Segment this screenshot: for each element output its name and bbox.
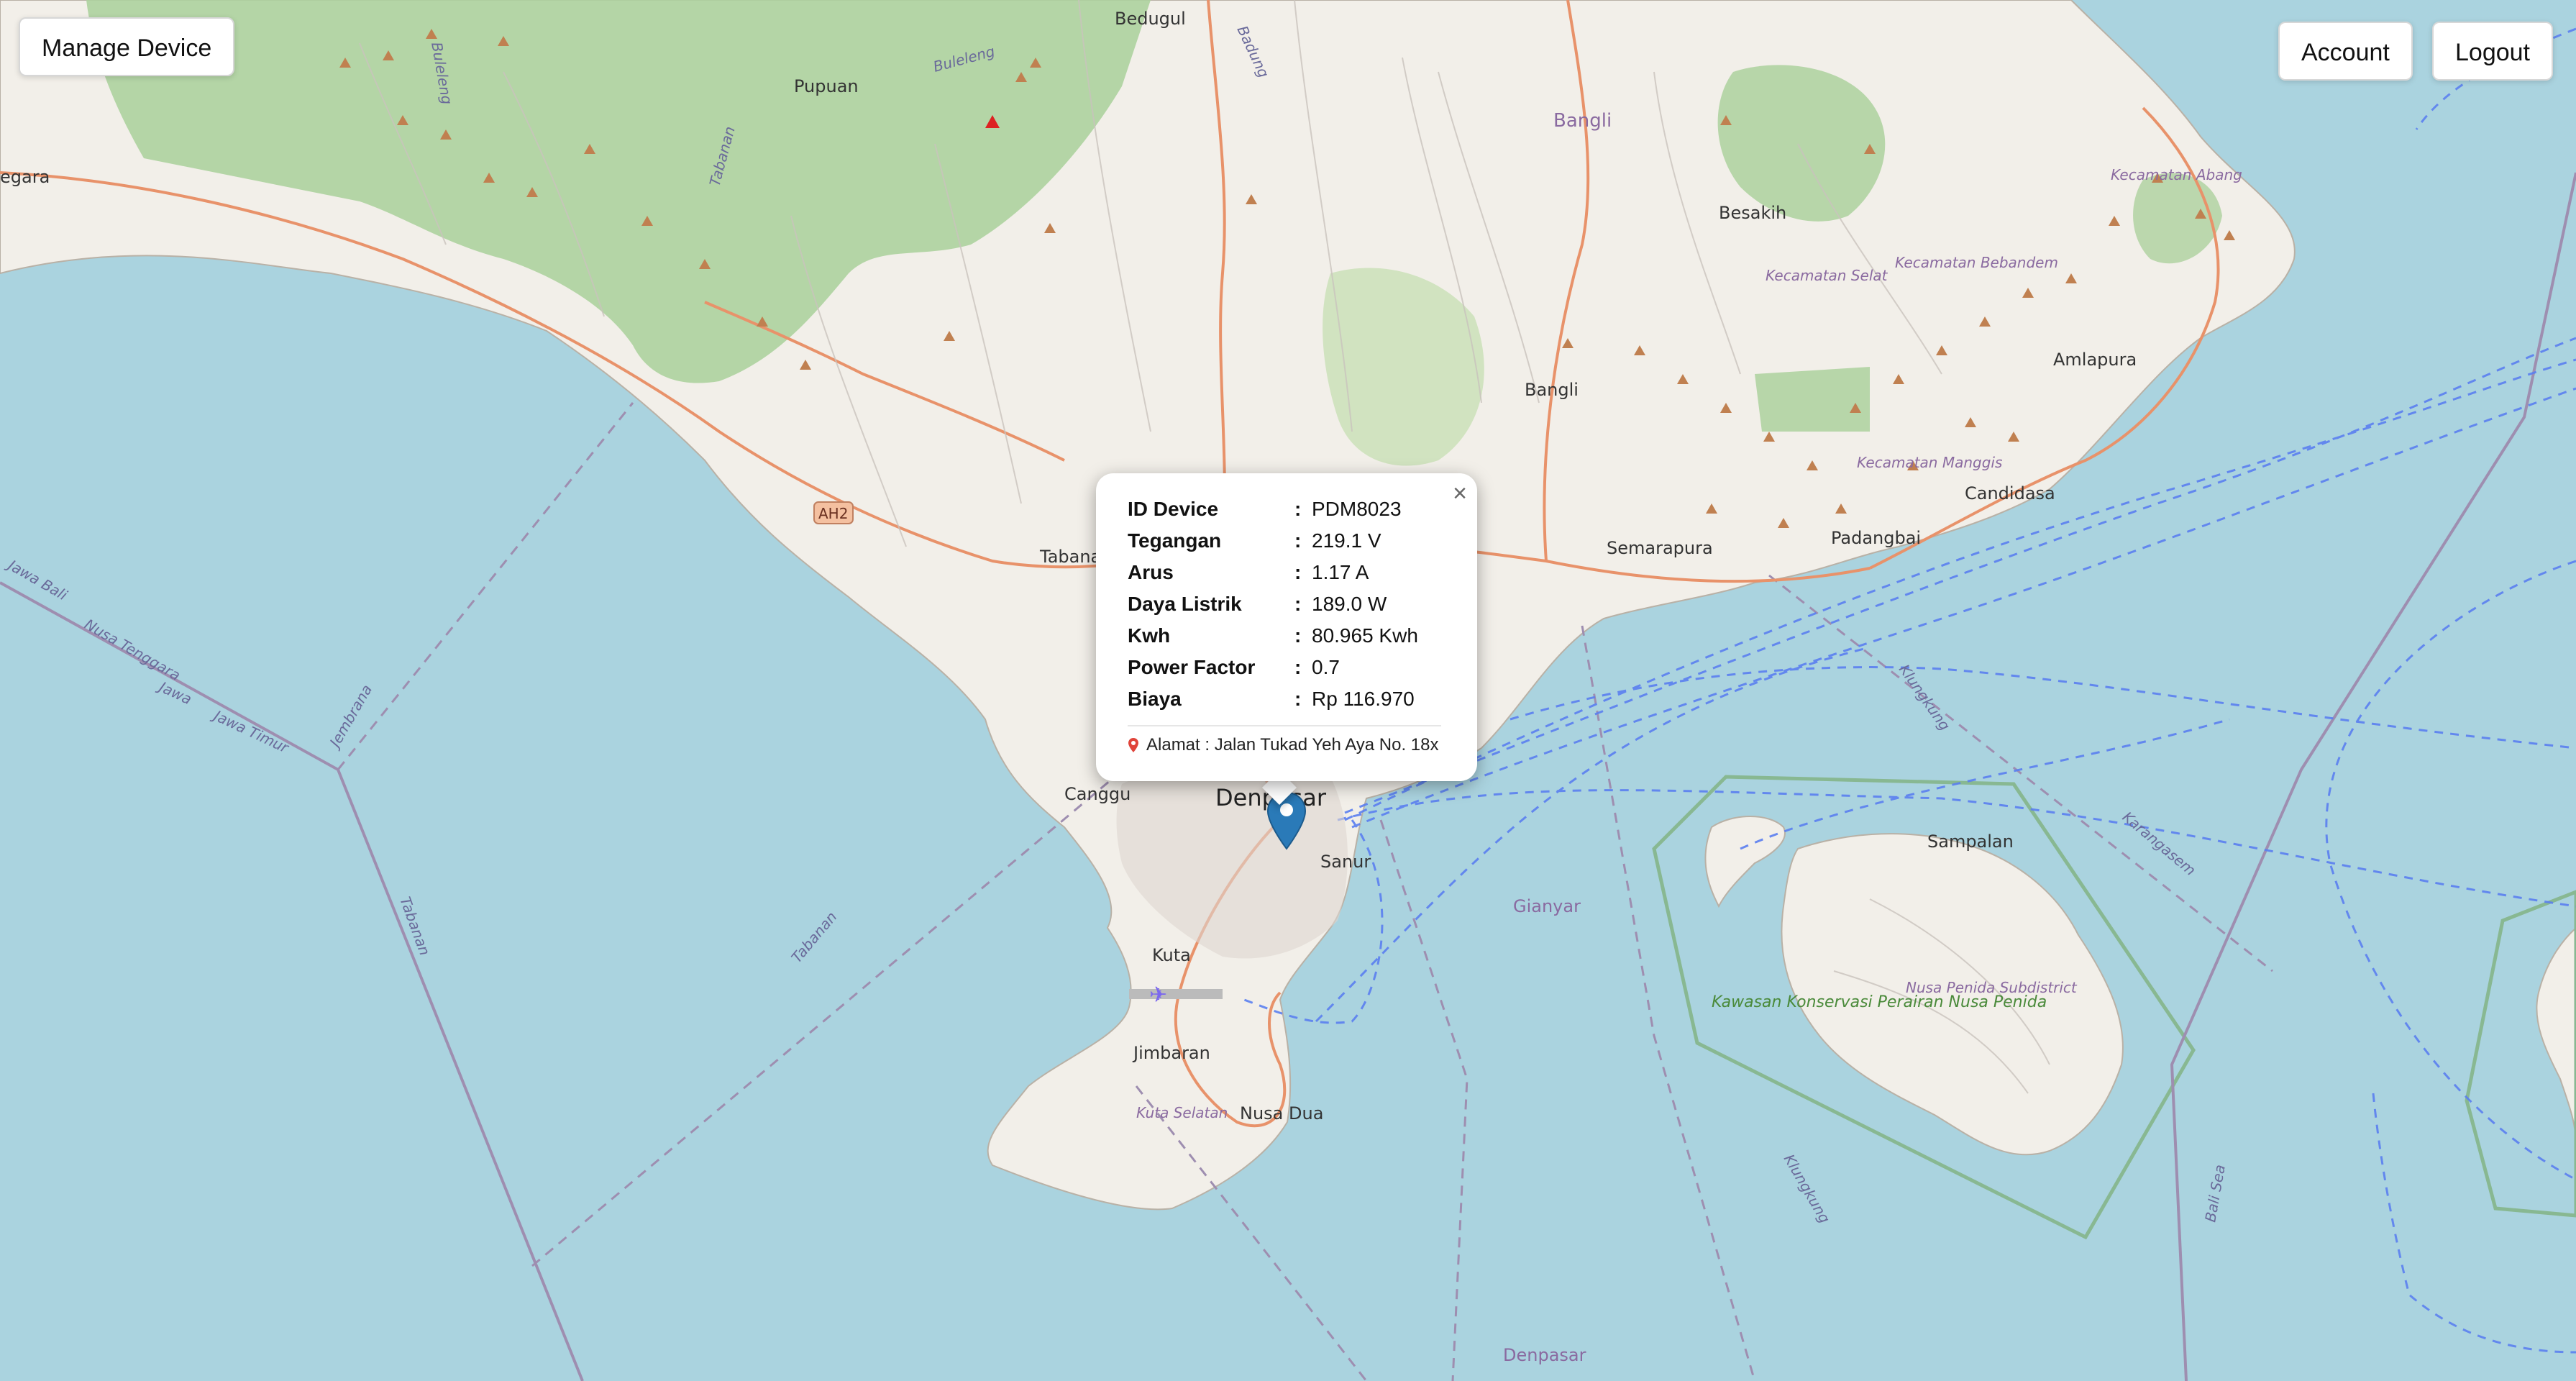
label-bedugul: Bedugul [1115,9,1186,29]
field-value: PDM8023 [1312,498,1402,520]
label-kec-manggis: Kecamatan Manggis [1857,454,2002,471]
label-sampalan: Sampalan [1927,831,2014,852]
field-key: ID Device [1128,498,1219,520]
device-info-popup: × ID Device: PDM8023 Tegangan:219.1 V Aru… [1096,473,1477,781]
device-location-marker[interactable] [1266,791,1307,850]
field-value: Rp 116.970 [1312,688,1415,710]
label-ah2: AH2 [818,505,848,522]
label-besakih: Besakih [1719,203,1786,223]
field-row: Kwh:80.965 Kwh [1128,620,1451,652]
label-kec-abang: Kecamatan Abang [2111,166,2242,183]
label-denpasar-bottom: Denpasar [1503,1345,1586,1365]
field-separator: : [1294,593,1302,615]
label-candidasa: Candidasa [1965,483,2055,503]
airport-runway [1129,989,1223,999]
label-nusa-dua: Nusa Dua [1240,1103,1323,1124]
label-jimbaran: Jimbaran [1132,1043,1210,1063]
field-row: ID Device: PDM8023 [1128,493,1451,525]
label-canggu: Canggu [1064,784,1131,804]
field-key: Kwh [1128,624,1171,647]
logout-button[interactable]: Logout [2432,22,2553,81]
field-value: 219.1 V [1312,529,1381,552]
address-line: Alamat : Jalan Tukad Yeh Aya No. 18x [1128,735,1451,755]
label-gianyar: Gianyar [1513,896,1581,916]
field-separator: : [1294,529,1302,552]
label-padangbai: Padangbai [1831,528,1921,548]
label-sanur: Sanur [1320,852,1371,872]
manage-device-button[interactable]: Manage Device [19,17,235,76]
close-icon[interactable]: × [1453,479,1467,508]
label-kawasan: Kawasan Konservasi Perairan Nusa Penida [1712,993,2047,1011]
field-value: 80.965 Kwh [1312,624,1418,647]
label-semarapura: Semarapura [1607,538,1713,558]
field-key: Tegangan [1128,529,1222,552]
label-pupuan: Pupuan [794,76,859,96]
field-row: Tegangan:219.1 V [1128,525,1451,557]
popup-divider [1128,725,1441,726]
field-separator: : [1294,624,1302,647]
forest-area-east2 [1755,367,1870,432]
label-kec-selat: Kecamatan Selat [1766,267,1888,284]
field-separator: : [1294,498,1302,520]
field-separator: : [1294,656,1302,678]
popup-body: ID Device: PDM8023 Tegangan:219.1 V Arus:… [1128,493,1451,755]
label-negara: egara [0,167,50,187]
label-kuta-selatan: Kuta Selatan [1136,1104,1228,1121]
field-key: Biaya [1128,688,1182,710]
location-pin-icon [1128,738,1138,752]
field-key: Power Factor [1128,656,1256,678]
airport-icon: ✈ [1149,983,1167,1007]
field-value: 189.0 W [1312,593,1387,615]
field-row: Arus:1.17 A [1128,557,1451,588]
field-separator: : [1294,688,1302,710]
field-value: 0.7 [1312,656,1340,678]
account-button[interactable]: Account [2278,22,2413,81]
label-bangli: Bangli [1553,110,1612,132]
field-separator: : [1294,561,1302,583]
field-row: Power Factor:0.7 [1128,652,1451,683]
label-bangli2: Bangli [1525,380,1579,400]
field-value: 1.17 A [1312,561,1369,583]
field-row: Daya Listrik:189.0 W [1128,588,1451,620]
label-amlapura: Amlapura [2053,350,2137,370]
address-text: Alamat : Jalan Tukad Yeh Aya No. 18x [1146,735,1439,755]
field-row: Biaya: Rp 116.970 [1128,683,1451,715]
field-key: Daya Listrik [1128,593,1242,615]
field-key: Arus [1128,561,1174,583]
label-kuta: Kuta [1152,945,1191,965]
label-kec-bebandem: Kecamatan Bebandem [1895,254,2058,271]
